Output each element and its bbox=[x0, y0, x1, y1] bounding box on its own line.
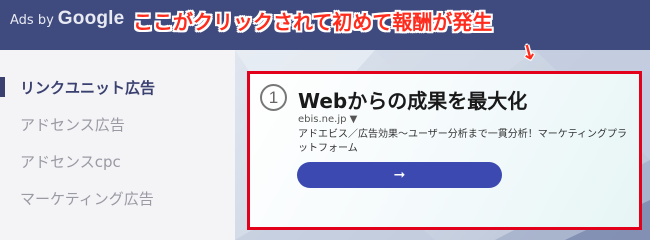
arrow-right-icon: ➞ bbox=[393, 167, 406, 183]
ad-number-badge: 1 bbox=[260, 84, 287, 111]
ads-by-google-label[interactable]: Ads by Google bbox=[10, 8, 125, 29]
annotation-banner: ここがクリックされて初めて報酬が発生 bbox=[133, 10, 493, 34]
ad-title[interactable]: Webからの成果を最大化 bbox=[298, 85, 527, 114]
ad-description: アドエビス／広告効果〜ユーザー分析まで一貫分析！マーケティングプラットフォーム bbox=[298, 129, 627, 154]
google-logo: Google bbox=[57, 8, 125, 29]
link-unit-ad-card[interactable]: 1 Webからの成果を最大化 ebis.ne.jp ▼ アドエビス／広告効果〜ユ… bbox=[247, 71, 642, 230]
menu-item-link-unit[interactable]: リンクユニット広告 bbox=[0, 72, 235, 102]
menu-item-marketing-ad[interactable]: マーケティング広告 bbox=[0, 183, 235, 213]
menu-item-adsense-cpc[interactable]: アドセンスcpc bbox=[0, 146, 235, 176]
link-unit-menu: リンクユニット広告 アドセンス広告 アドセンスcpc マーケティング広告 bbox=[0, 50, 235, 240]
menu-item-adsense-ad[interactable]: アドセンス広告 bbox=[0, 109, 235, 139]
ad-display-url[interactable]: ebis.ne.jp ▼ bbox=[298, 114, 357, 125]
ads-by-prefix: Ads by bbox=[10, 13, 54, 28]
ad-cta-button[interactable]: ➞ bbox=[297, 162, 502, 188]
